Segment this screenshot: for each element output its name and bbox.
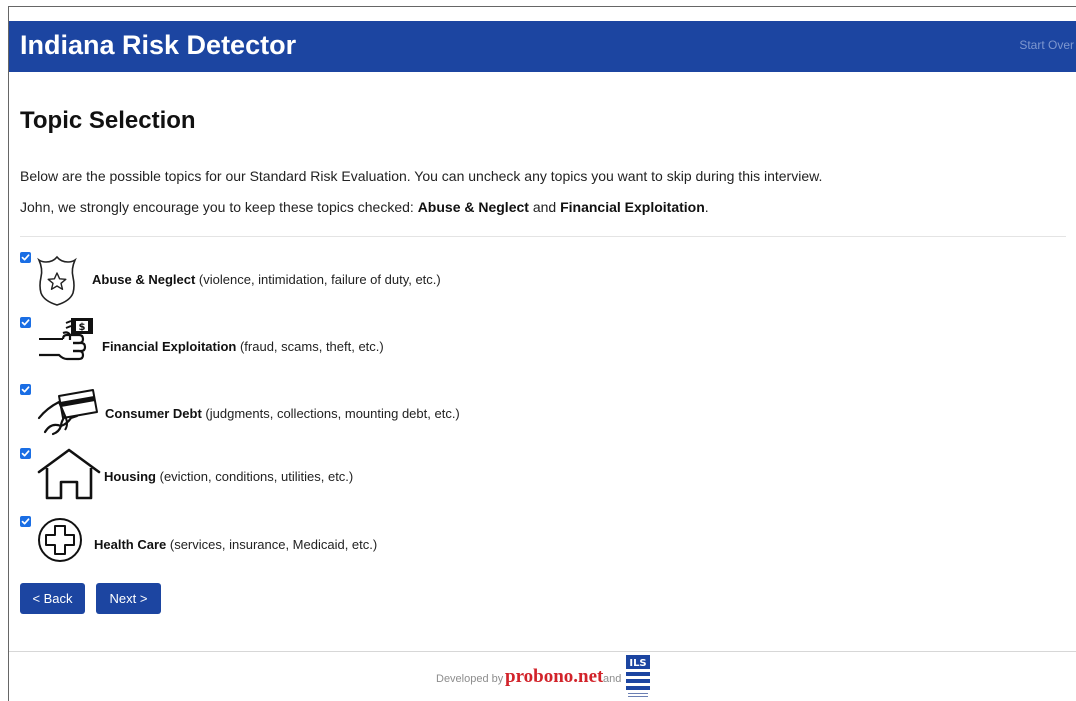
ils-logo[interactable]: ILS (625, 654, 651, 701)
topic-name: Housing (104, 469, 156, 484)
topic-label-health-care: Health Care (services, insurance, Medica… (94, 537, 377, 552)
police-badge-icon (37, 255, 77, 312)
topic-name: Consumer Debt (105, 406, 202, 421)
topic-detail: (fraud, scams, theft, etc.) (236, 339, 384, 354)
topic-name: Financial Exploitation (102, 339, 237, 354)
next-button[interactable]: Next > (96, 583, 161, 614)
topic-label-consumer-debt: Consumer Debt (judgments, collections, m… (105, 406, 460, 421)
developed-by-text: Developed by (436, 673, 504, 685)
recommendation-and: and (528, 199, 561, 215)
recommendation-prefix: John, we strongly encourage you to keep … (20, 199, 418, 215)
topic-label-abuse-neglect: Abuse & Neglect (violence, intimidation,… (92, 272, 441, 287)
topic-financial-exploitation: $ Financial Exploitation (fraud, scams, … (20, 317, 1060, 377)
medical-cross-icon (37, 517, 83, 568)
recommended-topic-financial: Financial Exploitation (560, 199, 705, 215)
topic-detail: (services, insurance, Medicaid, etc.) (166, 537, 378, 552)
checkbox-abuse-neglect[interactable] (20, 252, 31, 263)
topic-detail: (eviction, conditions, utilities, etc.) (156, 469, 354, 484)
and-text: and (603, 673, 622, 685)
divider (20, 236, 1066, 237)
recommendation-text: John, we strongly encourage you to keep … (20, 199, 709, 215)
topic-abuse-neglect: Abuse & Neglect (violence, intimidation,… (20, 252, 1060, 312)
checkbox-health-care[interactable] (20, 516, 31, 527)
topic-label-financial-exploitation: Financial Exploitation (fraud, scams, th… (102, 339, 384, 354)
brand-title[interactable]: Indiana Risk Detector (20, 27, 296, 63)
topic-label-housing: Housing (eviction, conditions, utilities… (104, 469, 353, 484)
ils-logo-text: ILS (629, 658, 646, 669)
footer: Developed by probono.net and ILS (9, 652, 1076, 701)
topic-detail: (judgments, collections, mounting debt, … (201, 406, 460, 421)
topic-housing: Housing (eviction, conditions, utilities… (20, 448, 1060, 508)
house-icon (37, 448, 101, 505)
recommended-topic-abuse: Abuse & Neglect (417, 199, 529, 215)
hand-money-icon: $ (37, 317, 97, 370)
topic-name: Abuse & Neglect (92, 272, 196, 287)
topic-health-care: Health Care (services, insurance, Medica… (20, 516, 1060, 576)
checkbox-consumer-debt[interactable] (20, 384, 31, 395)
topic-name: Health Care (94, 537, 167, 552)
topic-detail: (violence, intimidation, failure of duty… (195, 272, 441, 287)
top-navbar: Indiana Risk Detector Start Over (9, 21, 1076, 72)
credit-card-hand-icon (37, 386, 99, 441)
checkbox-financial-exploitation[interactable] (20, 317, 31, 328)
svg-text:$: $ (79, 322, 86, 333)
recommendation-suffix: . (704, 199, 709, 215)
page-title: Topic Selection (20, 107, 196, 134)
intro-text: Below are the possible topics for our St… (20, 168, 823, 184)
probono-logo[interactable]: probono.net (505, 666, 603, 688)
checkbox-housing[interactable] (20, 448, 31, 459)
back-button[interactable]: < Back (20, 583, 85, 614)
topic-consumer-debt: Consumer Debt (judgments, collections, m… (20, 384, 1060, 444)
start-over-link[interactable]: Start Over (1019, 38, 1074, 52)
app-frame: Indiana Risk Detector Start Over Topic S… (8, 6, 1076, 701)
